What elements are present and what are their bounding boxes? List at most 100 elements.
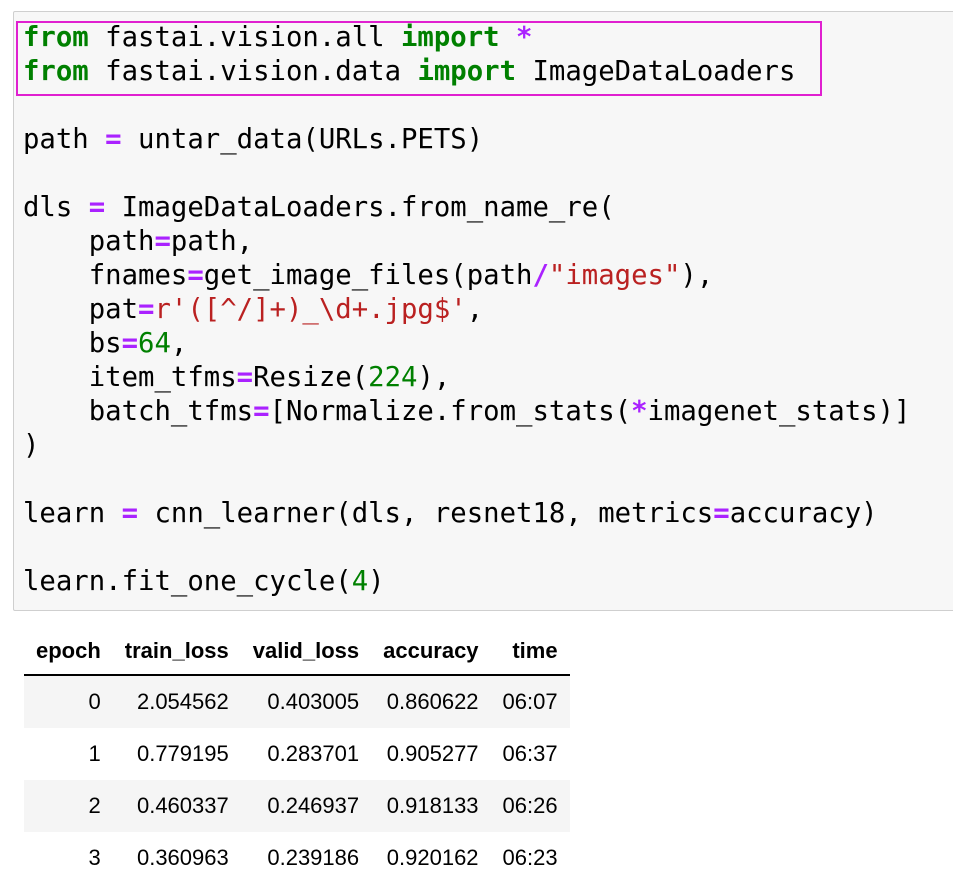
cell-accuracy: 0.918133 (371, 780, 491, 832)
cell-train-loss: 0.460337 (112, 780, 241, 832)
code-token: from (23, 22, 89, 53)
code-token: / (532, 260, 549, 291)
cell-epoch: 2 (24, 780, 113, 832)
code-token: dls (23, 192, 89, 223)
code-line: pat=r'([^/]+)_\d+.jpg$', (23, 293, 910, 327)
code-token: cnn_learner(dls, resnet18, metrics (138, 498, 714, 529)
code-token: ImageDataLoaders (516, 56, 796, 87)
code-token: = (253, 396, 270, 427)
cell-train-loss: 2.054562 (112, 675, 241, 728)
table-row: 2 0.460337 0.246937 0.918133 06:26 (24, 780, 570, 832)
cell-accuracy: 0.920162 (386, 845, 479, 870)
code-token: fastai.vision.data (88, 56, 418, 87)
code-token: item_tfms (23, 362, 237, 393)
code-line: from fastai.vision.all import * (23, 21, 910, 55)
table-header-row: epoch train_loss valid_loss accuracy tim… (24, 628, 570, 676)
code-token: path, (170, 226, 254, 257)
code-editor[interactable]: from fastai.vision.all import * from fast… (23, 21, 910, 599)
code-line: fnames=get_image_files(path/"images"), (23, 259, 910, 293)
code-token: , (466, 294, 484, 325)
code-token: import (417, 56, 517, 87)
code-token: learn.fit_one_cycle( (23, 566, 352, 597)
cell-valid-loss: 0.283701 (267, 741, 360, 766)
header-accuracy: accuracy (371, 628, 491, 676)
code-token: , (170, 328, 188, 359)
code-line: path=path, (23, 225, 910, 259)
code-line: from fastai.vision.data import ImageData… (23, 55, 910, 89)
header-train-loss: train_loss (112, 628, 241, 676)
cell-train-loss: 0.360963 (136, 845, 229, 870)
cell-time: 06:26 (490, 780, 570, 832)
code-token: ), (680, 260, 714, 291)
cell-valid-loss: 0.403005 (240, 675, 372, 728)
code-token: = (121, 328, 139, 359)
code-line: item_tfms=Resize(224), (23, 361, 910, 395)
code-token: bs (23, 328, 122, 359)
code-line: bs=64, (23, 327, 910, 361)
code-token: [Normalize.from_stats( (269, 396, 632, 427)
code-token: get_image_files(path (203, 260, 533, 291)
table-row: 3 0.360963 0.239186 0.920162 06:23 (24, 832, 570, 884)
cell-epoch: 3 (88, 845, 101, 870)
cell-accuracy: 0.860622 (371, 675, 491, 728)
cell-accuracy: 0.905277 (386, 741, 479, 766)
code-token: = (187, 260, 204, 291)
code-token: imagenet_stats)] (647, 396, 911, 427)
cell-epoch: 0 (24, 675, 113, 728)
header-epoch: epoch (24, 628, 113, 676)
code-line: batch_tfms=[Normalize.from_stats(*imagen… (23, 395, 911, 429)
code-token: "images" (548, 260, 681, 291)
code-line: learn.fit_one_cycle(4) (23, 565, 910, 599)
cell-epoch: 1 (88, 741, 101, 766)
code-token: 64 (138, 328, 171, 359)
code-token: learn (23, 498, 122, 529)
code-token: Resize( (253, 362, 369, 393)
code-token: batch_tfms (23, 396, 254, 427)
table-row: 0 2.054562 0.403005 0.860622 06:07 (24, 675, 570, 728)
code-cell[interactable]: from fastai.vision.all import * from fast… (13, 11, 953, 611)
code-token: untar_data(URLs.PETS) (121, 124, 484, 155)
code-token: = (154, 226, 171, 257)
code-token: ), (417, 362, 451, 393)
code-line: ) (23, 429, 910, 463)
header-valid-loss: valid_loss (240, 628, 372, 676)
table-row: 1 0.779195 0.283701 0.905277 06:37 (24, 728, 570, 780)
code-token: path (23, 226, 155, 257)
code-token: fnames (23, 260, 188, 291)
code-token: ) (23, 430, 40, 461)
code-token: path (23, 124, 106, 155)
code-token: from (23, 56, 89, 87)
code-token: 4 (351, 566, 369, 597)
code-token: * (516, 22, 533, 53)
cell-time: 06:07 (490, 675, 570, 728)
training-results-table: epoch train_loss valid_loss accuracy tim… (24, 628, 570, 884)
code-token: = (105, 124, 122, 155)
code-token: = (88, 192, 106, 223)
code-token: import (401, 22, 500, 53)
cell-time: 06:23 (502, 845, 558, 870)
code-token: r'([^/]+)_\d+.jpg$' (154, 294, 467, 325)
code-line: dls = ImageDataLoaders.from_name_re( (23, 191, 910, 225)
cell-valid-loss: 0.246937 (240, 780, 372, 832)
code-token: * (631, 396, 648, 427)
code-line: learn = cnn_learner(dls, resnet18, metri… (23, 497, 910, 531)
code-token: ImageDataLoaders.from_name_re( (105, 192, 615, 223)
code-token: fastai.vision.all (88, 22, 401, 53)
code-token: ) (368, 566, 385, 597)
code-token: = (713, 498, 730, 529)
code-line: path = untar_data(URLs.PETS) (23, 123, 910, 157)
header-time: time (490, 628, 570, 676)
code-token: = (236, 362, 254, 393)
code-token: = (138, 294, 155, 325)
code-token: accuracy) (729, 498, 878, 529)
cell-valid-loss: 0.239186 (267, 845, 360, 870)
cell-train-loss: 0.779195 (136, 741, 229, 766)
cell-time: 06:37 (502, 741, 558, 766)
code-token: = (121, 498, 139, 529)
code-token: 224 (368, 362, 418, 393)
